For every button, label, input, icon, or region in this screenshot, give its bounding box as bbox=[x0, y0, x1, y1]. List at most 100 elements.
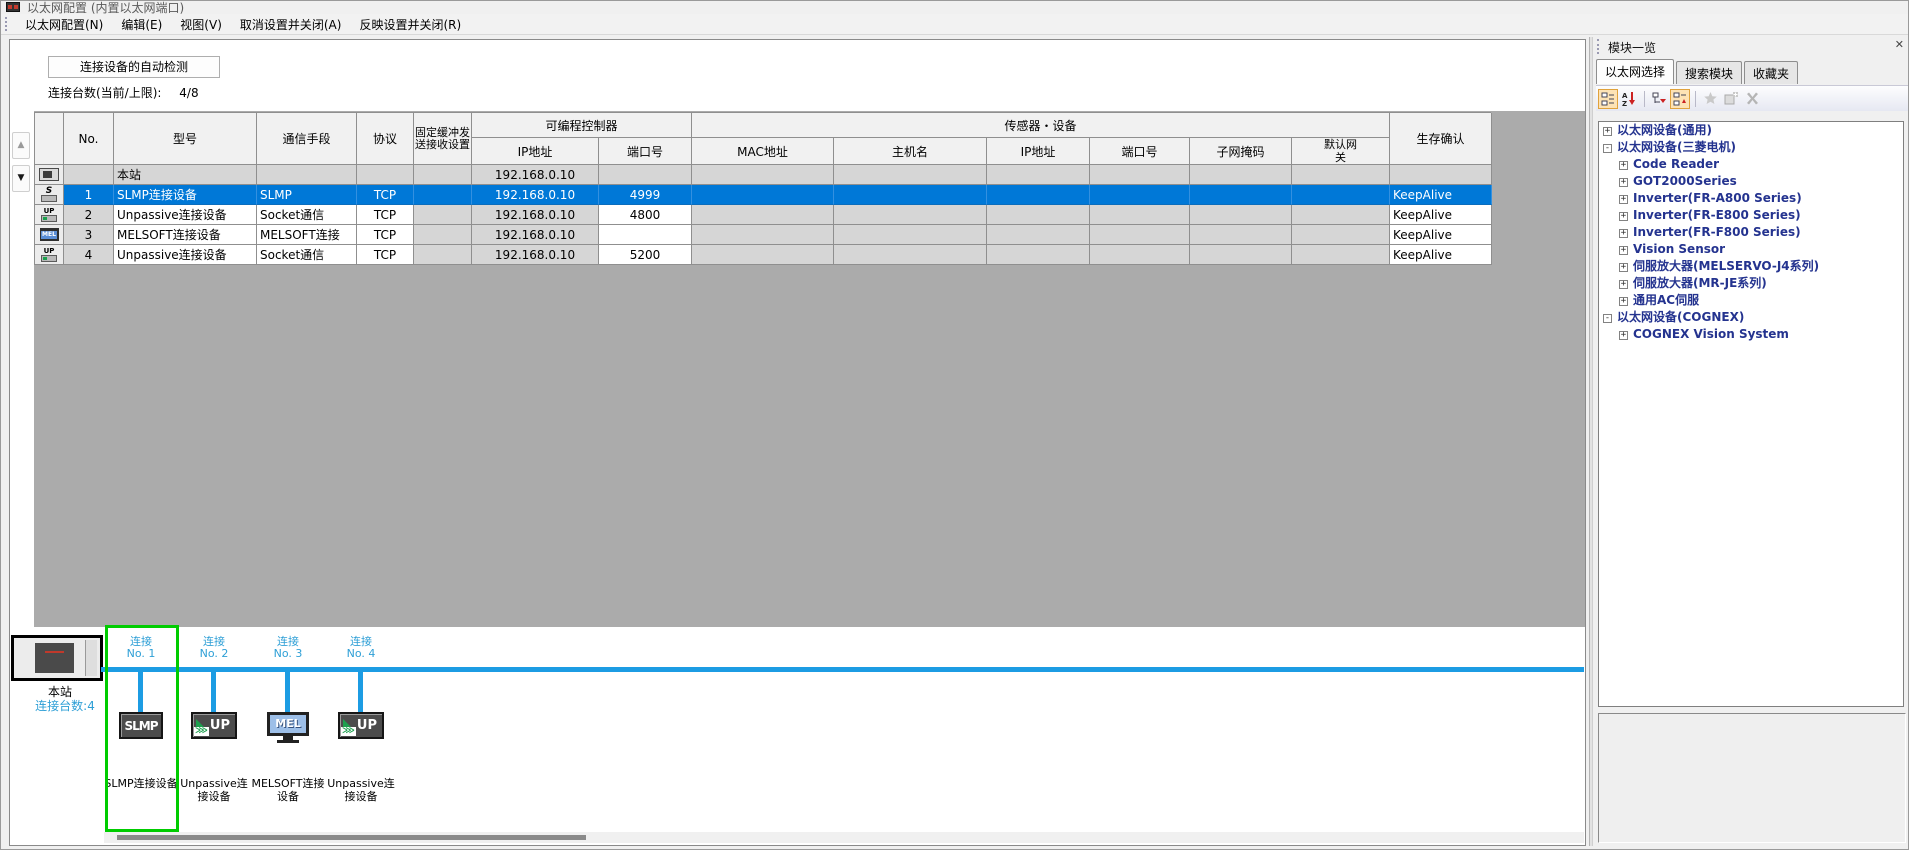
delete-icon[interactable] bbox=[1742, 89, 1762, 109]
cell-buffer[interactable] bbox=[414, 165, 472, 185]
cell-plc-ip[interactable]: 192.168.0.10 bbox=[472, 245, 599, 265]
expand-icon[interactable]: + bbox=[1619, 297, 1628, 306]
cell-port[interactable] bbox=[1090, 185, 1190, 205]
melsoft-device-icon[interactable]: MEL bbox=[264, 712, 312, 745]
cell-subnet[interactable] bbox=[1190, 245, 1292, 265]
cell-protocol[interactable]: TCP bbox=[357, 225, 414, 245]
cell-buffer[interactable] bbox=[414, 185, 472, 205]
cell-subnet[interactable] bbox=[1190, 225, 1292, 245]
cell-hostname[interactable] bbox=[834, 205, 987, 225]
tree-item-vision-sensor[interactable]: +Vision Sensor bbox=[1599, 241, 1903, 258]
cell-keepalive[interactable] bbox=[1390, 165, 1492, 185]
cell-mac[interactable] bbox=[692, 165, 834, 185]
table-row[interactable]: UP 4 Unpassive连接设备 Socket通信 TCP 192.168.… bbox=[35, 245, 1491, 265]
scrollbar-thumb[interactable] bbox=[117, 835, 586, 840]
cell-keepalive[interactable]: KeepAlive bbox=[1390, 245, 1492, 265]
cell-plc-ip[interactable]: 192.168.0.10 bbox=[472, 185, 599, 205]
cell-model[interactable]: Unpassive连接设备 bbox=[114, 245, 257, 265]
cell-model[interactable]: 本站 bbox=[114, 165, 257, 185]
tree-item-servo-j4[interactable]: +伺服放大器(MELSERVO-J4系列) bbox=[1599, 258, 1903, 275]
tree-item-got2000[interactable]: +GOT2000Series bbox=[1599, 173, 1903, 190]
scroll-down-button[interactable]: ▼ bbox=[12, 165, 30, 192]
expand-icon[interactable]: + bbox=[1619, 280, 1628, 289]
cell-gateway[interactable] bbox=[1292, 205, 1390, 225]
cell-keepalive[interactable]: KeepAlive bbox=[1390, 205, 1492, 225]
cell-plc-port[interactable]: 5200 bbox=[599, 245, 692, 265]
tree-item-servo-je[interactable]: +伺服放大器(MR-JE系列) bbox=[1599, 275, 1903, 292]
connection-4[interactable]: 连接 No. 4 UP ⋙ Unpassive连接设备 bbox=[323, 627, 399, 845]
cell-ip[interactable] bbox=[987, 185, 1090, 205]
sort-az-icon[interactable]: AZ bbox=[1619, 89, 1639, 109]
cell-port[interactable] bbox=[1090, 165, 1190, 185]
tree-item-inverter-a800[interactable]: +Inverter(FR-A800 Series) bbox=[1599, 190, 1903, 207]
collapse-icon[interactable]: - bbox=[1603, 314, 1612, 323]
cell-gateway[interactable] bbox=[1292, 245, 1390, 265]
tab-ethernet-selection[interactable]: 以太网选择 bbox=[1596, 59, 1674, 84]
cell-port[interactable] bbox=[1090, 225, 1190, 245]
menu-edit[interactable]: 编辑(E) bbox=[112, 14, 171, 35]
table-row[interactable]: MEL 3 MELSOFT连接设备 MELSOFT连接 TCP 192.168.… bbox=[35, 225, 1491, 245]
cell-ip[interactable] bbox=[987, 245, 1090, 265]
cell-comm[interactable]: SLMP bbox=[257, 185, 357, 205]
tree-item-ethernet-generic[interactable]: +以太网设备(通用) bbox=[1599, 122, 1903, 139]
expand-icon[interactable]: + bbox=[1619, 195, 1628, 204]
connection-2[interactable]: 连接 No. 2 UP ⋙ Unpassive连接设备 bbox=[176, 627, 252, 845]
cell-protocol[interactable] bbox=[357, 165, 414, 185]
cell-gateway[interactable] bbox=[1292, 165, 1390, 185]
cell-plc-port[interactable] bbox=[599, 165, 692, 185]
tree-item-ethernet-mitsubishi[interactable]: -以太网设备(三菱电机) bbox=[1599, 139, 1903, 156]
cell-port[interactable] bbox=[1090, 205, 1190, 225]
cell-model[interactable]: MELSOFT连接设备 bbox=[114, 225, 257, 245]
cell-buffer[interactable] bbox=[414, 245, 472, 265]
cell-plc-ip[interactable]: 192.168.0.10 bbox=[472, 205, 599, 225]
unpassive-device-icon[interactable]: UP ⋙ bbox=[191, 712, 237, 739]
cell-subnet[interactable] bbox=[1190, 205, 1292, 225]
cell-plc-port[interactable]: 4800 bbox=[599, 205, 692, 225]
cell-no[interactable]: 2 bbox=[64, 205, 114, 225]
tab-search-module[interactable]: 搜索模块 bbox=[1676, 61, 1742, 84]
cell-gateway[interactable] bbox=[1292, 225, 1390, 245]
cell-model[interactable]: SLMP连接设备 bbox=[114, 185, 257, 205]
menu-ethernet-config[interactable]: 以太网配置(N) bbox=[16, 14, 112, 35]
cell-protocol[interactable]: TCP bbox=[357, 245, 414, 265]
cell-no[interactable]: 4 bbox=[64, 245, 114, 265]
cell-mac[interactable] bbox=[692, 245, 834, 265]
cell-protocol[interactable]: TCP bbox=[357, 205, 414, 225]
cell-comm[interactable]: MELSOFT连接 bbox=[257, 225, 357, 245]
expand-icon[interactable]: + bbox=[1619, 331, 1628, 340]
cell-hostname[interactable] bbox=[834, 165, 987, 185]
tab-favorites[interactable]: 收藏夹 bbox=[1744, 61, 1798, 84]
favorite-star-icon[interactable] bbox=[1700, 89, 1720, 109]
table-row-host[interactable]: 本站 192.168.0.10 bbox=[35, 165, 1491, 185]
diagram-horizontal-scrollbar[interactable] bbox=[104, 832, 1584, 843]
cell-ip[interactable] bbox=[987, 225, 1090, 245]
collapse-icon[interactable]: - bbox=[1603, 144, 1612, 153]
cell-ip[interactable] bbox=[987, 205, 1090, 225]
cell-gateway[interactable] bbox=[1292, 185, 1390, 205]
cell-buffer[interactable] bbox=[414, 205, 472, 225]
expand-icon[interactable]: + bbox=[1619, 212, 1628, 221]
cell-ip[interactable] bbox=[987, 165, 1090, 185]
tree-item-cognex-vision[interactable]: +COGNEX Vision System bbox=[1599, 326, 1903, 343]
cell-port[interactable] bbox=[1090, 245, 1190, 265]
cell-comm[interactable]: Socket通信 bbox=[257, 205, 357, 225]
expand-icon[interactable]: + bbox=[1619, 229, 1628, 238]
panel-splitter[interactable] bbox=[1589, 37, 1593, 846]
tree-item-ethernet-cognex[interactable]: -以太网设备(COGNEX) bbox=[1599, 309, 1903, 326]
cell-no[interactable]: 1 bbox=[64, 185, 114, 205]
cell-plc-ip[interactable]: 192.168.0.10 bbox=[472, 225, 599, 245]
menu-apply-and-close[interactable]: 反映设置并关闭(R) bbox=[350, 14, 470, 35]
close-icon[interactable]: ✕ bbox=[1895, 38, 1904, 51]
tree-item-code-reader[interactable]: +Code Reader bbox=[1599, 156, 1903, 173]
cell-hostname[interactable] bbox=[834, 245, 987, 265]
expand-tree-icon[interactable] bbox=[1670, 89, 1690, 109]
cell-keepalive[interactable]: KeepAlive bbox=[1390, 225, 1492, 245]
add-favorite-icon[interactable] bbox=[1721, 89, 1741, 109]
filter-tree-icon[interactable] bbox=[1649, 89, 1669, 109]
cell-buffer[interactable] bbox=[414, 225, 472, 245]
cell-no[interactable] bbox=[64, 165, 114, 185]
cell-mac[interactable] bbox=[692, 205, 834, 225]
cell-mac[interactable] bbox=[692, 185, 834, 205]
unpassive-device-icon[interactable]: UP ⋙ bbox=[338, 712, 384, 739]
cell-subnet[interactable] bbox=[1190, 165, 1292, 185]
